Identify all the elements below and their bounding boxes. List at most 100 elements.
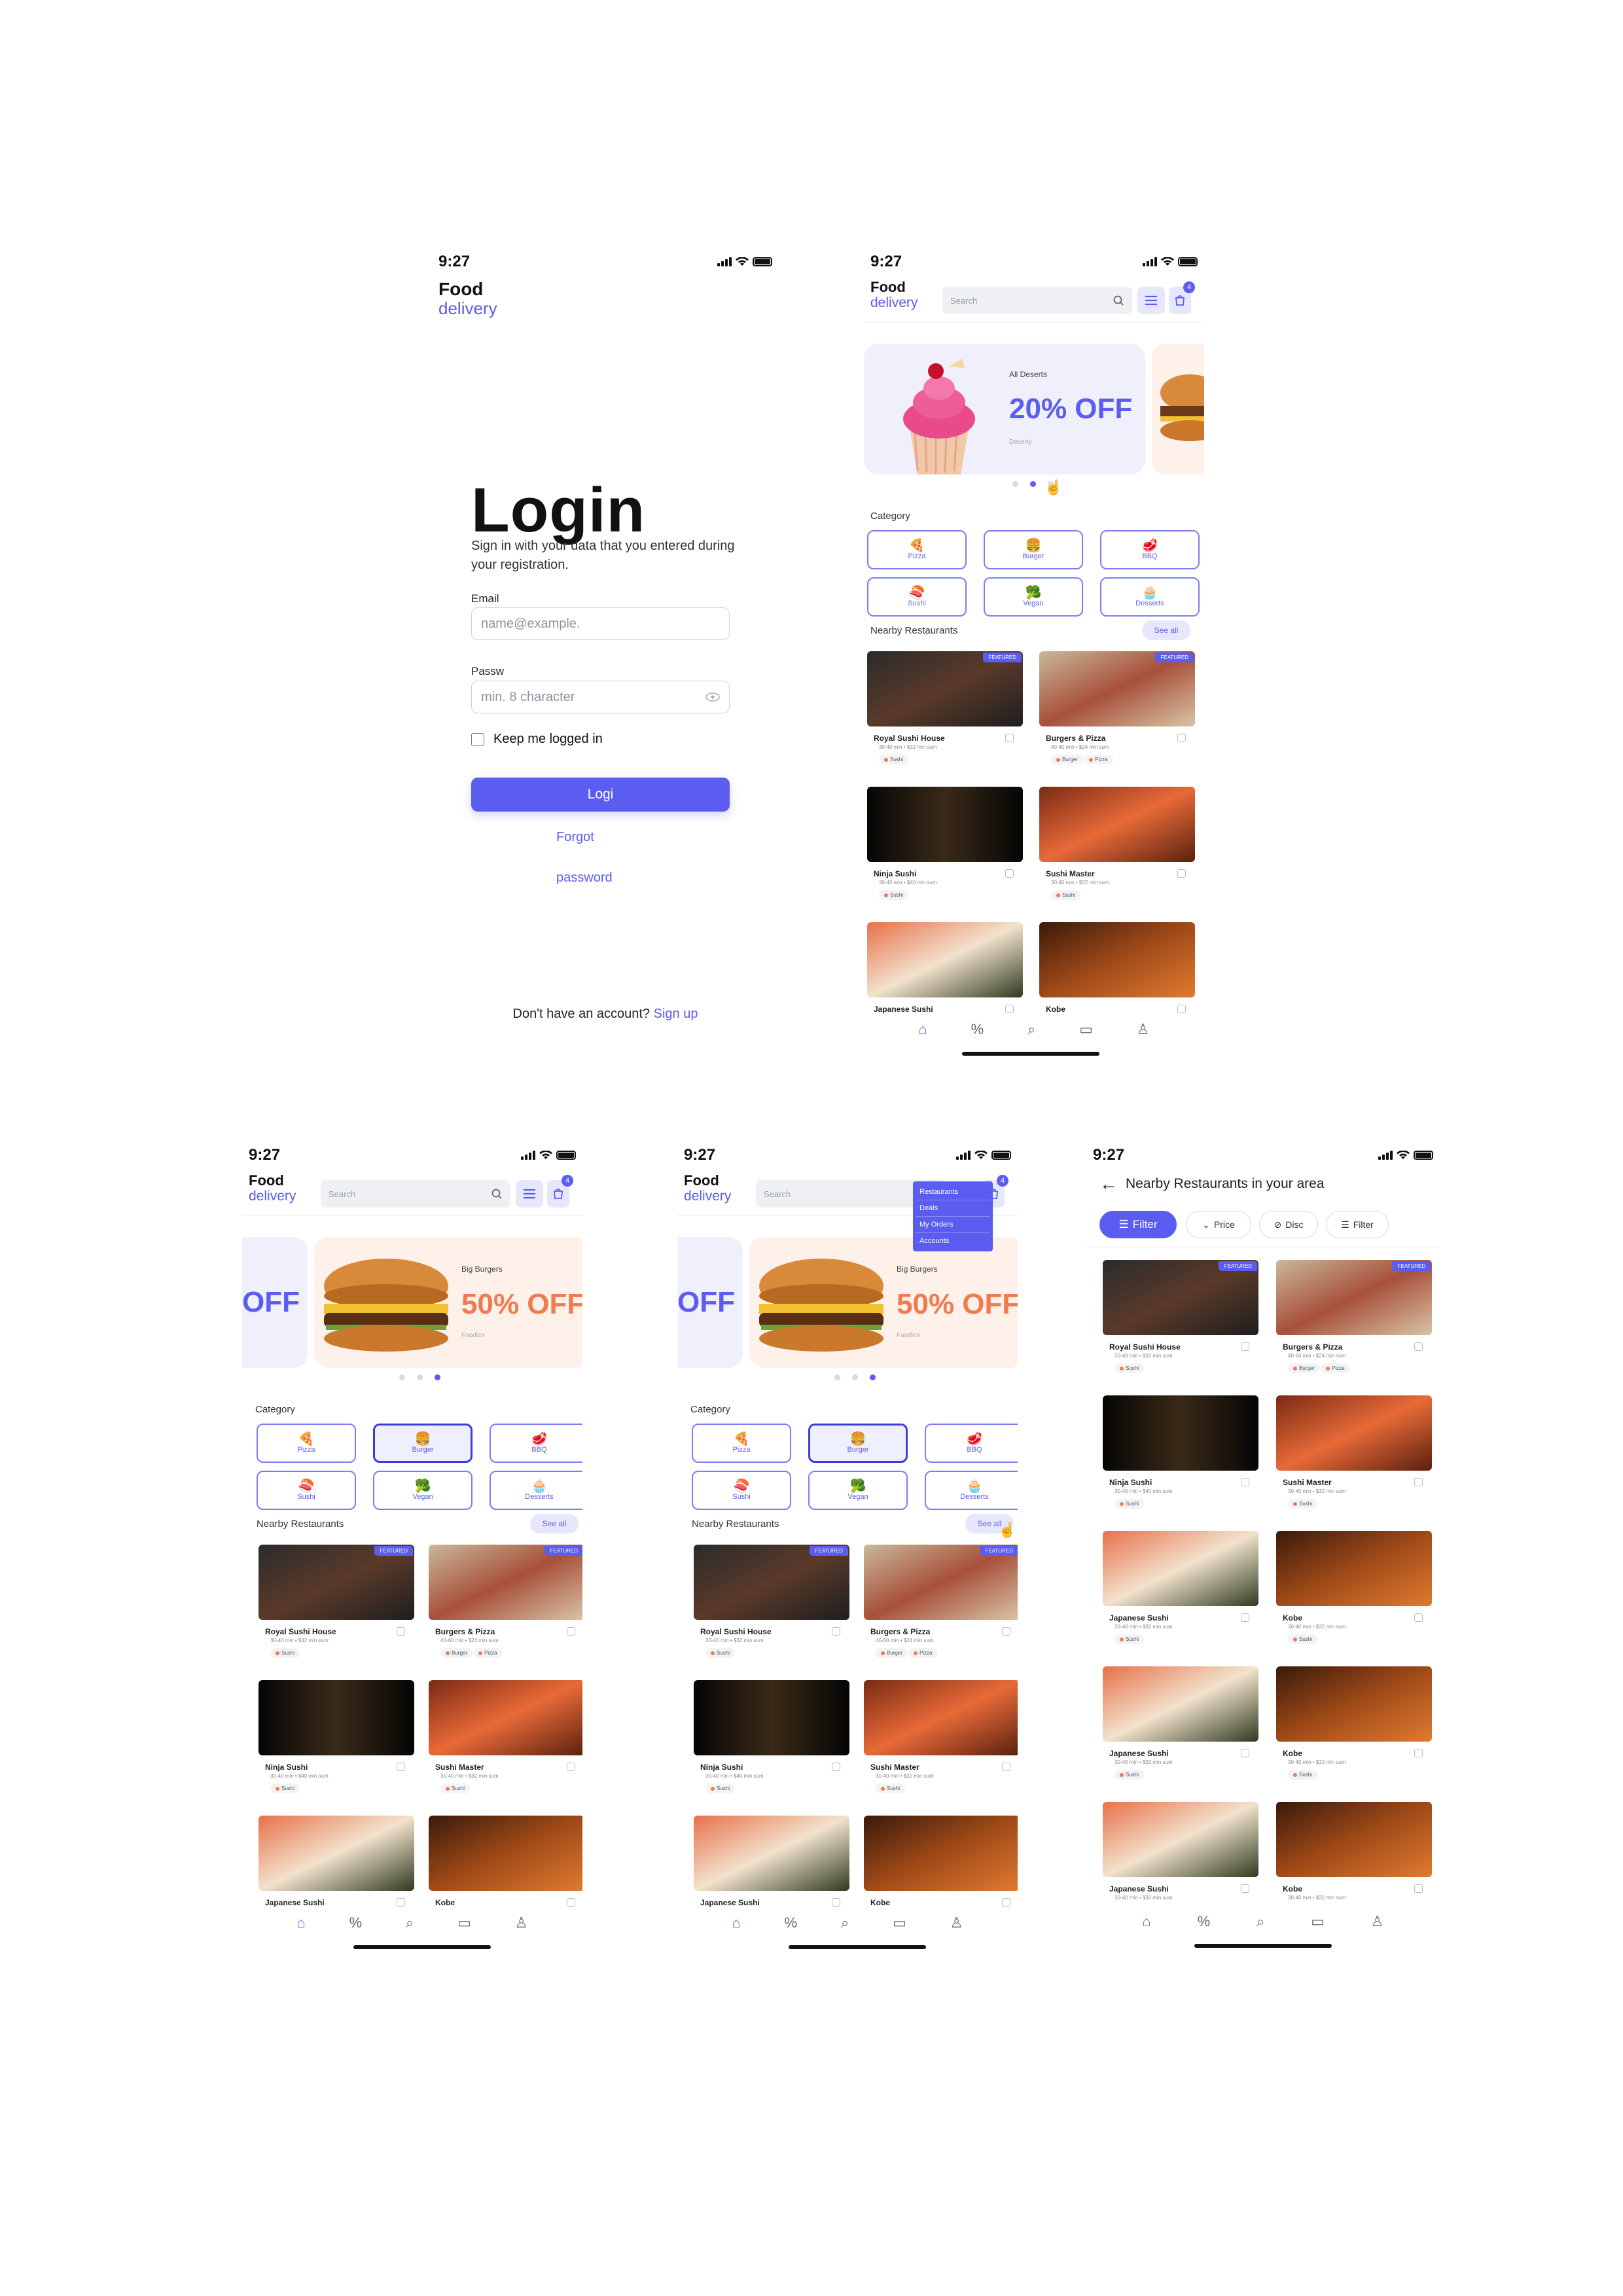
wallet-icon[interactable]: ▭ bbox=[893, 1914, 906, 1941]
category-pizza[interactable]: 🍕 Pizza bbox=[257, 1424, 356, 1463]
keep-logged-in[interactable]: Keep me logged in bbox=[471, 732, 603, 747]
home-icon[interactable]: ⌂ bbox=[296, 1914, 305, 1941]
burgers-banner[interactable]: Big Burgers 50% OFF Foodies bbox=[314, 1237, 582, 1368]
bookmark-icon[interactable] bbox=[1414, 1342, 1423, 1351]
restaurant-card[interactable]: Japanese Sushi bbox=[259, 1816, 414, 1914]
bookmark-icon[interactable] bbox=[397, 1763, 405, 1771]
desserts-banner-peek[interactable]: OFF bbox=[242, 1237, 308, 1368]
restaurant-card[interactable]: Japanese Sushi bbox=[867, 922, 1023, 1020]
login-button[interactable]: Logi bbox=[471, 778, 730, 812]
restaurant-card[interactable]: Kobe 30-40 min • $32 min sum Sushi bbox=[1276, 1531, 1432, 1659]
pagination-dot[interactable] bbox=[399, 1374, 405, 1380]
restaurant-card[interactable]: Japanese Sushi 30-40 min • $32 min sum S… bbox=[1103, 1666, 1258, 1794]
discount-icon[interactable]: % bbox=[971, 1021, 984, 1047]
bookmark-icon[interactable] bbox=[832, 1627, 840, 1636]
restaurant-card[interactable]: Japanese Sushi bbox=[694, 1816, 849, 1914]
bookmark-icon[interactable] bbox=[1414, 1478, 1423, 1486]
category-burger[interactable]: 🍔 Burger bbox=[373, 1424, 473, 1463]
signup-link[interactable]: Sign up bbox=[654, 1007, 698, 1021]
cart-button[interactable]: 4 bbox=[1169, 281, 1195, 314]
category-sushi[interactable]: 🍣 Sushi bbox=[257, 1471, 356, 1510]
keep-logged-checkbox[interactable] bbox=[471, 732, 484, 746]
bookmark-icon[interactable] bbox=[832, 1898, 840, 1907]
search-icon[interactable]: ⌕ bbox=[406, 1914, 414, 1941]
restaurant-card[interactable]: Japanese Sushi 30-40 min • $32 min sum bbox=[1103, 1802, 1258, 1910]
restaurant-card[interactable]: FEATURED Burgers & Pizza 40-60 min • $24… bbox=[1276, 1260, 1432, 1388]
pagination-dot[interactable] bbox=[852, 1374, 858, 1380]
restaurant-card[interactable]: FEATURED Royal Sushi House 30-40 min • $… bbox=[694, 1545, 849, 1672]
bookmark-icon[interactable] bbox=[1002, 1763, 1010, 1771]
search-icon[interactable]: ⌕ bbox=[1257, 1913, 1264, 1939]
pagination-dot-active[interactable] bbox=[435, 1374, 440, 1380]
discount-icon[interactable]: % bbox=[349, 1914, 363, 1941]
search-icon[interactable]: ⌕ bbox=[841, 1914, 849, 1941]
category-sushi[interactable]: 🍣 Sushi bbox=[867, 577, 967, 617]
bookmark-icon[interactable] bbox=[1241, 1478, 1249, 1486]
password-field[interactable]: min. 8 character bbox=[471, 681, 730, 713]
category-bbq[interactable]: 🥩 BBQ bbox=[925, 1424, 1018, 1463]
restaurant-card[interactable]: Kobe 30-40 min • $32 min sum Sushi bbox=[1276, 1666, 1432, 1794]
menu-item-deals[interactable]: Deals bbox=[916, 1200, 990, 1217]
search-icon[interactable]: ⌕ bbox=[1027, 1021, 1035, 1047]
restaurant-card[interactable]: FEATURED Burgers & Pizza 40-60 min • $24… bbox=[429, 1545, 582, 1672]
pagination-dot[interactable] bbox=[834, 1374, 840, 1380]
filter-chip[interactable]: ☰ Filter bbox=[1326, 1211, 1389, 1238]
bookmark-icon[interactable] bbox=[397, 1898, 405, 1907]
cart-button[interactable]: 4 bbox=[547, 1175, 573, 1208]
bookmark-icon[interactable] bbox=[832, 1763, 840, 1771]
bookmark-icon[interactable] bbox=[1002, 1627, 1010, 1636]
bookmark-icon[interactable] bbox=[1414, 1613, 1423, 1622]
bookmark-icon[interactable] bbox=[1002, 1898, 1010, 1907]
restaurant-card[interactable]: Japanese Sushi 30-40 min • $32 min sum S… bbox=[1103, 1531, 1258, 1659]
restaurant-card[interactable]: Sushi Master 30-40 min • $32 min sum Sus… bbox=[429, 1680, 582, 1808]
wallet-icon[interactable]: ▭ bbox=[457, 1914, 471, 1941]
profile-icon[interactable]: ♙ bbox=[515, 1914, 528, 1941]
restaurant-card[interactable]: Kobe bbox=[429, 1816, 582, 1914]
bookmark-icon[interactable] bbox=[1005, 869, 1014, 878]
restaurant-card[interactable]: Ninja Sushi 30-40 min • $40 min sum Sush… bbox=[694, 1680, 849, 1808]
menu-item-restaurants[interactable]: Restaurants bbox=[916, 1184, 990, 1200]
category-burger[interactable]: 🍔 Burger bbox=[984, 530, 1083, 569]
discount-icon[interactable]: % bbox=[1198, 1913, 1211, 1939]
category-vegan[interactable]: 🥦 Vegan bbox=[808, 1471, 908, 1510]
pagination-dot[interactable] bbox=[1012, 481, 1018, 487]
restaurant-card[interactable]: Ninja Sushi 30-40 min • $40 min sum Sush… bbox=[867, 787, 1023, 914]
pagination-dot-active[interactable] bbox=[870, 1374, 876, 1380]
email-field[interactable]: name@example. bbox=[471, 607, 730, 640]
search-input[interactable]: Search bbox=[942, 287, 1132, 314]
category-desserts[interactable]: 🧁 Desserts bbox=[1100, 577, 1200, 617]
restaurant-card[interactable]: FEATURED Royal Sushi House 30-40 min • $… bbox=[259, 1545, 414, 1672]
profile-icon[interactable]: ♙ bbox=[950, 1914, 963, 1941]
home-icon[interactable]: ⌂ bbox=[918, 1021, 927, 1047]
category-desserts[interactable]: 🧁 Desserts bbox=[490, 1471, 582, 1510]
discount-chip[interactable]: ⊘ Disc bbox=[1259, 1211, 1318, 1238]
menu-item-accounts[interactable]: Accounts bbox=[916, 1233, 990, 1249]
restaurant-card[interactable]: Kobe bbox=[1039, 922, 1195, 1020]
restaurant-card[interactable]: Sushi Master 30-40 min • $32 min sum Sus… bbox=[1039, 787, 1195, 914]
burgers-banner[interactable]: Big Burgers 50% OFF Foodies bbox=[749, 1237, 1018, 1368]
forgot-password-link-2[interactable]: password bbox=[556, 870, 613, 886]
wallet-icon[interactable]: ▭ bbox=[1079, 1021, 1093, 1047]
home-icon[interactable]: ⌂ bbox=[1142, 1913, 1150, 1939]
category-sushi[interactable]: 🍣 Sushi bbox=[692, 1471, 791, 1510]
bookmark-icon[interactable] bbox=[1241, 1613, 1249, 1622]
bookmark-icon[interactable] bbox=[1414, 1749, 1423, 1757]
restaurant-card[interactable]: Sushi Master 30-40 min • $32 min sum Sus… bbox=[864, 1680, 1018, 1808]
restaurant-card[interactable]: FEATURED Burgers & Pizza 40-60 min • $24… bbox=[864, 1545, 1018, 1672]
bookmark-icon[interactable] bbox=[567, 1898, 575, 1907]
restaurant-card[interactable]: FEATURED Burgers & Pizza 40-60 min • $24… bbox=[1039, 651, 1195, 779]
filter-chip-active[interactable]: ☰ Filter bbox=[1099, 1211, 1177, 1238]
bookmark-icon[interactable] bbox=[1177, 869, 1186, 878]
price-chip[interactable]: ⌄ Price bbox=[1186, 1211, 1251, 1238]
menu-button[interactable] bbox=[516, 1180, 543, 1208]
category-desserts[interactable]: 🧁 Desserts bbox=[925, 1471, 1018, 1510]
search-input[interactable]: Search bbox=[321, 1180, 510, 1208]
bookmark-icon[interactable] bbox=[1177, 734, 1186, 742]
menu-button[interactable] bbox=[1137, 287, 1165, 314]
category-vegan[interactable]: 🥦 Vegan bbox=[984, 577, 1083, 617]
banner-pagination[interactable] bbox=[399, 1374, 440, 1380]
bookmark-icon[interactable] bbox=[567, 1763, 575, 1771]
category-pizza[interactable]: 🍕 Pizza bbox=[692, 1424, 791, 1463]
restaurant-card[interactable]: Kobe 30-40 min • $32 min sum bbox=[1276, 1802, 1432, 1910]
home-icon[interactable]: ⌂ bbox=[732, 1914, 740, 1941]
